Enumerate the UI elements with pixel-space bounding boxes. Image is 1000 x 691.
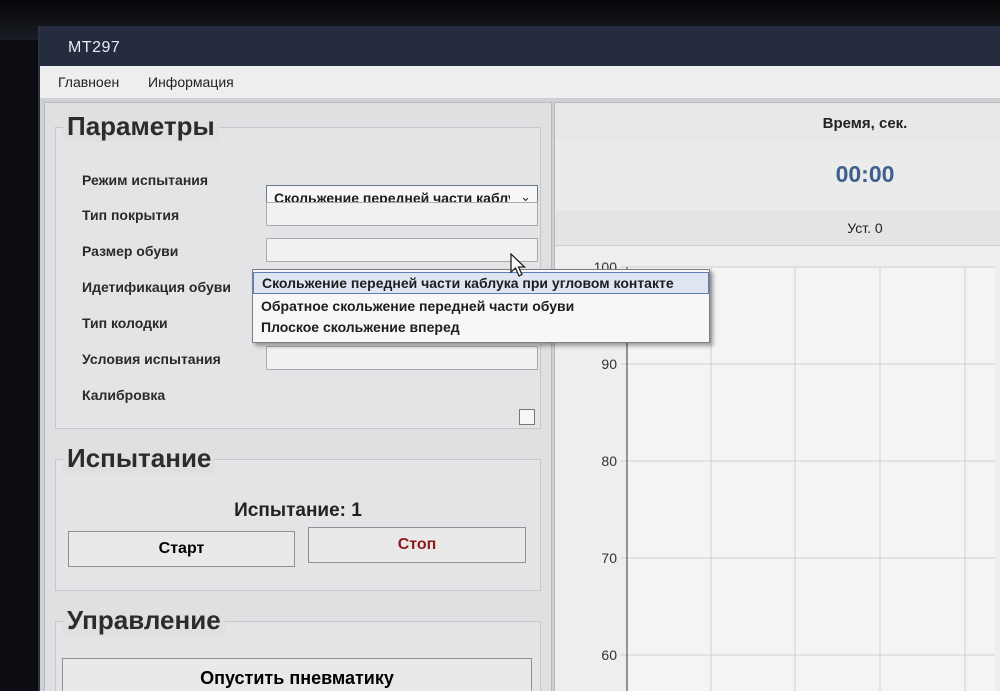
app-window: MT297 Главноен Информация Режим испытани… xyxy=(38,26,1000,691)
test-title: Испытание xyxy=(63,443,216,474)
start-button[interactable]: Старт xyxy=(68,531,295,567)
time-header-cell: Время, сек. xyxy=(555,103,1000,142)
shoe-id-label: Идетификация обуви xyxy=(82,279,231,295)
mode-option-2[interactable]: Обратное скольжение передней части обуви xyxy=(253,296,709,318)
time-value: 00:00 xyxy=(835,161,895,187)
mode-option-1[interactable]: Скольжение передней части каблука при уг… xyxy=(253,272,709,294)
mode-label: Режим испытания xyxy=(82,172,209,188)
main-area: Режим испытания Скольжение передней част… xyxy=(40,98,1000,691)
time-header: Время, сек. xyxy=(822,115,908,132)
test-conditions-field[interactable] xyxy=(266,346,538,370)
shoe-size-label: Размер обуви xyxy=(82,243,179,259)
menu-item-main[interactable]: Главноен xyxy=(58,74,119,90)
control-title: Управление xyxy=(63,605,225,636)
y-tick-label: 60 xyxy=(601,647,617,663)
y-tick-label: 70 xyxy=(601,550,617,566)
lower-pneumatics-button[interactable]: Опустить пневматику xyxy=(62,658,532,691)
ust-value: Уст. 0 xyxy=(847,220,883,236)
mode-option-3[interactable]: Плоское скольжение вперед xyxy=(253,317,709,339)
menu-bar: Главноен Информация xyxy=(40,66,1000,99)
menu-item-info[interactable]: Информация xyxy=(148,74,234,90)
test-group: Испытание: 1 Старт Стоп xyxy=(55,459,541,591)
ust-cell: Уст. 0 xyxy=(555,211,1000,246)
last-type-label: Тип колодки xyxy=(82,315,168,331)
coating-field[interactable] xyxy=(266,202,538,226)
left-panel: Режим испытания Скольжение передней част… xyxy=(44,102,552,691)
parameters-title: Параметры xyxy=(63,111,219,142)
title-bar: MT297 xyxy=(40,26,1000,66)
test-conditions-label: Условия испытания xyxy=(82,351,221,367)
y-tick-label: 90 xyxy=(601,356,617,372)
calibration-label: Калибровка xyxy=(82,387,166,403)
time-value-cell: 00:00 xyxy=(555,141,1000,212)
stop-button[interactable]: Стоп xyxy=(308,527,526,563)
mouse-pointer-icon xyxy=(510,253,527,277)
right-panel: Время, сек. 00:00 Уст. 0 100 90 80 70 60 xyxy=(554,102,1000,691)
coating-label: Тип покрытия xyxy=(82,207,180,223)
shoe-size-field[interactable] xyxy=(266,238,538,262)
mode-dropdown-list: Скольжение передней части каблука при уг… xyxy=(252,269,710,343)
window-title: MT297 xyxy=(68,39,121,56)
y-tick-label: 80 xyxy=(601,453,617,469)
test-counter: Испытание: 1 xyxy=(234,500,362,521)
calibration-checkbox[interactable] xyxy=(519,409,535,425)
